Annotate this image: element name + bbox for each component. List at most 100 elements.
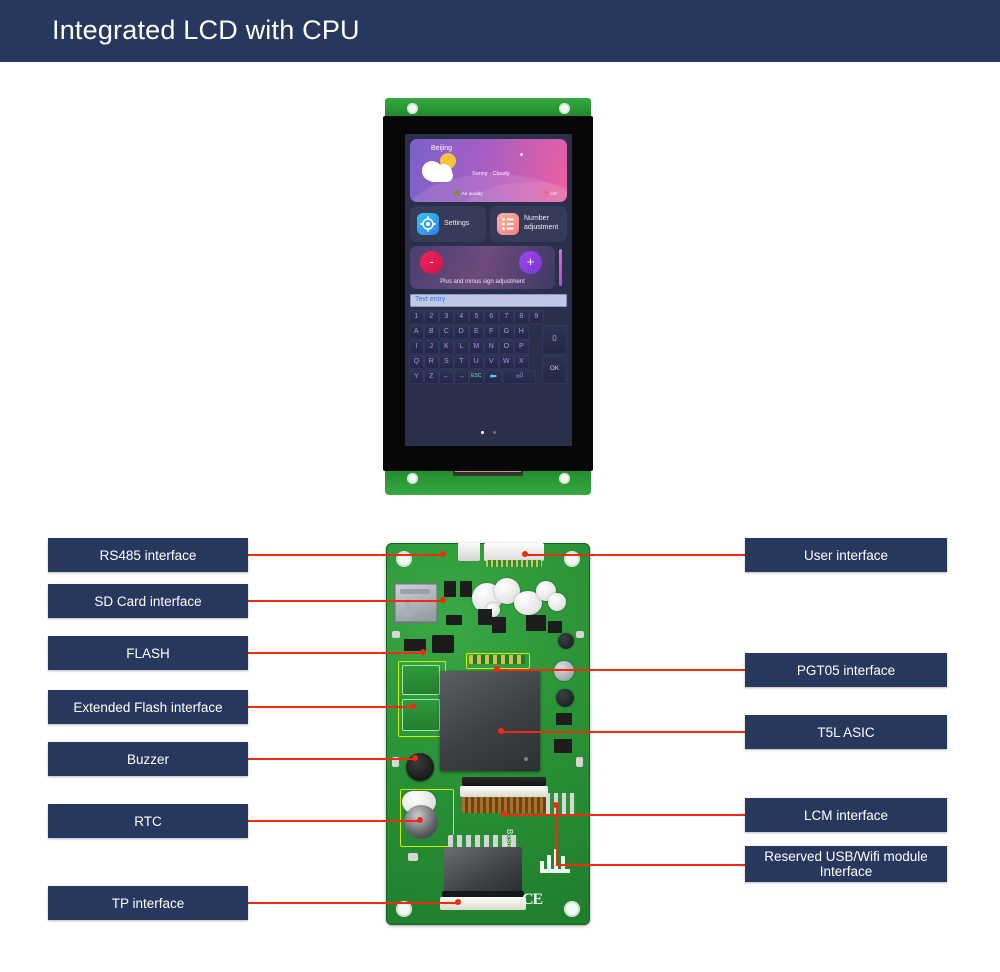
reserved-usb-wifi-pads [546,793,576,815]
key-a[interactable]: A [409,325,424,339]
key-r[interactable]: R [424,355,439,369]
keyboard-row: 123456789 [409,310,569,325]
leader-dot-user-interface [522,551,528,557]
key-w[interactable]: W [499,355,514,369]
callout-pgt05-interface[interactable]: PGT05 interface [745,653,947,687]
key-[interactable]: ← [439,370,454,384]
weather-condition: Sunny - Cloudy [472,171,510,177]
mount-hole [564,901,580,917]
key-1[interactable]: 1 [409,310,424,324]
page-indicator [405,424,572,442]
page-dot-1[interactable] [480,431,484,435]
callout-reserved-usb-wifi-interface[interactable]: Reserved USB/Wifi module Interface [745,846,947,882]
smd-component [444,581,456,597]
key-q[interactable]: Q [409,355,424,369]
leader-line-buzzer [248,758,415,760]
key-9[interactable]: 9 [529,310,544,324]
key-t[interactable]: T [454,355,469,369]
test-pad [392,631,400,638]
key-d[interactable]: D [454,325,469,339]
callout-sd-card-interface[interactable]: SD Card interface [48,584,248,618]
key-n[interactable]: N [484,340,499,354]
leader-line-sdcard [248,600,443,602]
chip-pin1-mark [524,757,528,761]
key-2[interactable]: 2 [424,310,439,324]
key-[interactable]: ⏎ [502,370,537,384]
key-p[interactable]: P [514,340,529,354]
weather-card[interactable]: Beijing Sunny - Cloudy 🌿 Air quality ☀ U… [410,139,567,202]
plus-minus-card[interactable]: - + Plus and minus sign adjustment [410,246,555,289]
callout-t5l-asic[interactable]: T5L ASIC [745,715,947,749]
shield-can [444,847,522,893]
key-8[interactable]: 8 [514,310,529,324]
leader-dot-extended-flash [410,703,416,709]
ce-mark: CE [522,891,543,908]
key-v[interactable]: V [484,355,499,369]
electrolytic-cap [556,689,574,707]
callout-buzzer[interactable]: Buzzer [48,742,248,776]
user-interface-connector [484,543,544,561]
key-z[interactable]: Z [424,370,439,384]
minus-button[interactable]: - [420,251,443,274]
brand-silkscreen: Bxsg [505,829,514,847]
test-pad [408,853,418,861]
key-6[interactable]: 6 [484,310,499,324]
mount-hole [559,473,570,484]
callout-extended-flash-interface[interactable]: Extended Flash interface [48,690,248,724]
callout-user-interface[interactable]: User interface [745,538,947,572]
smd-component [478,609,492,625]
key-3[interactable]: 3 [439,310,454,324]
key-x[interactable]: X [514,355,529,369]
text-entry-input[interactable]: Text entry [410,294,567,307]
key-e[interactable]: E [469,325,484,339]
antenna-silkscreen [540,849,570,873]
test-pad [576,757,583,767]
callout-lcm-interface[interactable]: LCM interface [745,798,947,832]
leader-line-rtc [248,820,420,822]
key-u[interactable]: U [469,355,484,369]
on-screen-keyboard[interactable]: 123456789 ABCDEFGH IJKLMNOP QRSTUVWX Y Z ←… [409,310,569,385]
tile-number-adjustment[interactable]: Number adjustment [490,206,567,242]
callout-flash[interactable]: FLASH [48,636,248,670]
key-o[interactable]: O [499,340,514,354]
leader-dot-usb-wifi [553,802,559,808]
smd-component [556,713,572,725]
key-b[interactable]: B [424,325,439,339]
key-5[interactable]: 5 [469,310,484,324]
key-7[interactable]: 7 [499,310,514,324]
key-0[interactable]: 0 [542,325,567,354]
key-i[interactable]: I [409,340,424,354]
callout-rtc[interactable]: RTC [48,804,248,838]
key-k[interactable]: K [439,340,454,354]
vertical-slider[interactable] [559,249,562,286]
test-pad [576,631,584,638]
plus-button[interactable]: + [519,251,542,274]
callout-tp-interface[interactable]: TP interface [48,886,248,920]
pgt05-header-pins [469,655,525,664]
key-l[interactable]: L [454,340,469,354]
key-c[interactable]: C [439,325,454,339]
key-h[interactable]: H [514,325,529,339]
key-f[interactable]: F [484,325,499,339]
key-[interactable]: → [454,370,469,384]
key-4[interactable]: 4 [454,310,469,324]
key-g[interactable]: G [499,325,514,339]
key-ok[interactable]: OK [542,355,567,384]
lcm-connector [460,786,548,797]
leader-line-rs485 [248,554,443,556]
mount-hole [559,103,570,114]
leader-line-extended-flash [248,706,413,708]
key-y[interactable]: Y [409,370,424,384]
key-[interactable]: ⬅ [484,370,503,384]
callout-rs485-interface[interactable]: RS485 interface [48,538,248,572]
key-s[interactable]: S [439,355,454,369]
page-dot-2[interactable] [493,431,497,435]
key-j[interactable]: J [424,340,439,354]
mount-hole [407,103,418,114]
lcd-module-photo: Beijing Sunny - Cloudy 🌿 Air quality ☀ U… [383,98,593,498]
leader-line-lcm [505,814,745,816]
leader-dot-pgt05 [494,666,500,672]
key-esc[interactable]: ESC [469,370,484,384]
key-m[interactable]: M [469,340,484,354]
tile-settings[interactable]: Settings [410,206,486,242]
